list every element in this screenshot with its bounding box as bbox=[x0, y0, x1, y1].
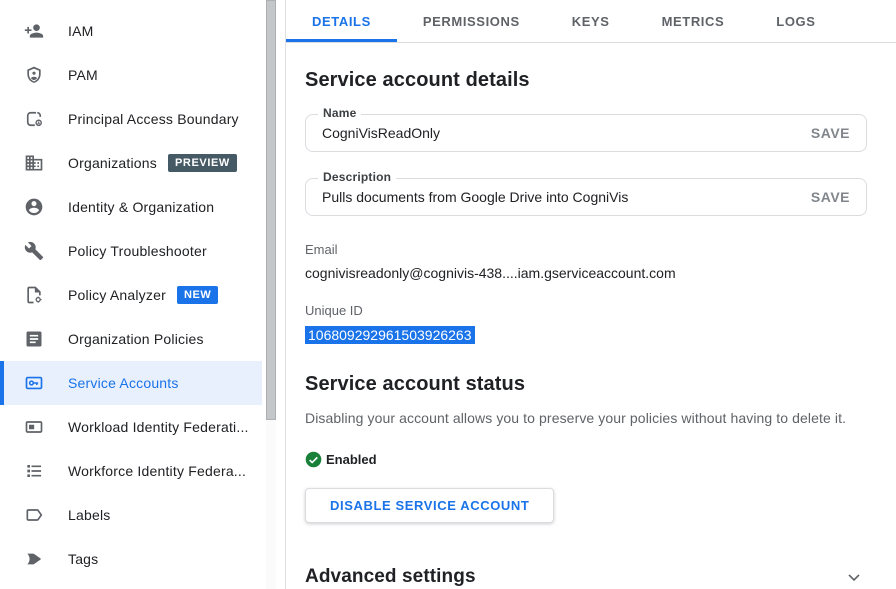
sidebar-item-organization-policies[interactable]: Organization Policies bbox=[0, 317, 262, 361]
sidebar-scrollbar[interactable] bbox=[266, 0, 276, 589]
name-input[interactable]: CogniVisReadOnly bbox=[322, 125, 811, 141]
sidebar-item-service-accounts[interactable]: Service Accounts bbox=[0, 361, 262, 405]
new-badge: NEW bbox=[177, 286, 218, 304]
sidebar-item-label: Principal Access Boundary bbox=[68, 111, 239, 127]
sidebar-item-label: Identity & Organization bbox=[68, 199, 214, 215]
status-badge: Enabled bbox=[326, 452, 377, 467]
workforce-identity-icon bbox=[24, 461, 44, 481]
email-label: Email bbox=[305, 242, 867, 257]
service-accounts-icon bbox=[24, 373, 44, 393]
email-value: cognivisreadonly@cognivis-438....iam.gse… bbox=[305, 265, 867, 281]
description-save-button[interactable]: SAVE bbox=[811, 189, 850, 205]
tab-logs[interactable]: LOGS bbox=[750, 0, 841, 42]
org-policies-icon bbox=[24, 329, 44, 349]
sidebar-item-label: Service Accounts bbox=[68, 375, 179, 391]
sidebar-item-organizations[interactable]: Organizations PREVIEW bbox=[0, 141, 262, 185]
tab-metrics[interactable]: METRICS bbox=[636, 0, 751, 42]
sidebar-item-label: Workload Identity Federati... bbox=[68, 419, 249, 435]
sidebar-item-workforce-identity-federation[interactable]: Workforce Identity Federa... bbox=[0, 449, 262, 493]
wrench-icon bbox=[24, 241, 44, 261]
sidebar-item-identity-organization[interactable]: Identity & Organization bbox=[0, 185, 262, 229]
person-add-icon bbox=[24, 21, 44, 41]
tab-keys[interactable]: KEYS bbox=[546, 0, 636, 42]
unique-id-block: Unique ID 106809292961503926263 bbox=[305, 303, 867, 344]
access-boundary-icon bbox=[24, 109, 44, 129]
organizations-icon bbox=[24, 153, 44, 173]
shield-person-icon bbox=[24, 65, 44, 85]
disable-service-account-button[interactable]: DISABLE SERVICE ACCOUNT bbox=[305, 488, 554, 523]
status-row: Enabled bbox=[305, 451, 867, 468]
email-block: Email cognivisreadonly@cognivis-438....i… bbox=[305, 242, 867, 281]
check-circle-icon bbox=[305, 451, 322, 468]
sidebar-item-workload-identity-federation[interactable]: Workload Identity Federati... bbox=[0, 405, 262, 449]
sidebar-item-tags[interactable]: Tags bbox=[0, 537, 262, 581]
sidebar-item-label: Tags bbox=[68, 551, 98, 567]
sidebar-scrollbar-thumb[interactable] bbox=[266, 0, 276, 420]
sidebar-item-label: Organizations bbox=[68, 155, 157, 171]
iam-sidebar: IAM PAM Principal Access Boundary Organi… bbox=[0, 0, 286, 589]
tab-bar: DETAILS PERMISSIONS KEYS METRICS LOGS bbox=[286, 0, 896, 43]
tab-permissions[interactable]: PERMISSIONS bbox=[397, 0, 546, 42]
policy-analyzer-icon bbox=[24, 285, 44, 305]
tags-icon bbox=[24, 549, 44, 569]
sidebar-item-label: PAM bbox=[68, 67, 98, 83]
app-window: IAM PAM Principal Access Boundary Organi… bbox=[0, 0, 896, 589]
unique-id-label: Unique ID bbox=[305, 303, 867, 318]
status-description: Disabling your account allows you to pre… bbox=[305, 410, 867, 426]
sidebar-item-label: Policy Troubleshooter bbox=[68, 243, 207, 259]
sidebar-item-label: Organization Policies bbox=[68, 331, 204, 347]
sidebar-item-policy-troubleshooter[interactable]: Policy Troubleshooter bbox=[0, 229, 262, 273]
sidebar-item-label: Policy Analyzer bbox=[68, 287, 166, 303]
unique-id-value: 106809292961503926263 bbox=[305, 326, 475, 344]
sidebar-item-iam[interactable]: IAM bbox=[0, 9, 262, 53]
sidebar-item-pam[interactable]: PAM bbox=[0, 53, 262, 97]
identity-icon bbox=[24, 197, 44, 217]
sidebar-item-labels[interactable]: Labels bbox=[0, 493, 262, 537]
status-section-title: Service account status bbox=[305, 372, 867, 396]
workload-identity-icon bbox=[24, 417, 44, 437]
service-account-panel: DETAILS PERMISSIONS KEYS METRICS LOGS Se… bbox=[286, 0, 896, 589]
page-title: Service account details bbox=[305, 68, 867, 92]
name-field-label: Name bbox=[318, 106, 361, 120]
advanced-settings-header[interactable]: Advanced settings bbox=[305, 565, 867, 589]
chevron-down-icon[interactable] bbox=[844, 567, 864, 587]
sidebar-item-label: Labels bbox=[68, 507, 110, 523]
preview-badge: PREVIEW bbox=[168, 154, 237, 172]
name-field: Name CogniVisReadOnly SAVE bbox=[305, 114, 867, 152]
description-input[interactable]: Pulls documents from Google Drive into C… bbox=[322, 189, 811, 205]
name-save-button[interactable]: SAVE bbox=[811, 125, 850, 141]
advanced-settings-title: Advanced settings bbox=[305, 565, 476, 589]
labels-icon bbox=[24, 505, 44, 525]
details-content: Service account details Name CogniVisRea… bbox=[286, 43, 896, 589]
tab-details[interactable]: DETAILS bbox=[286, 0, 397, 42]
description-field: Description Pulls documents from Google … bbox=[305, 178, 867, 216]
sidebar-item-policy-analyzer[interactable]: Policy Analyzer NEW bbox=[0, 273, 262, 317]
sidebar-item-principal-access-boundary[interactable]: Principal Access Boundary bbox=[0, 97, 262, 141]
sidebar-item-label: IAM bbox=[68, 23, 94, 39]
sidebar-item-label: Workforce Identity Federa... bbox=[68, 463, 246, 479]
description-field-label: Description bbox=[318, 170, 396, 184]
